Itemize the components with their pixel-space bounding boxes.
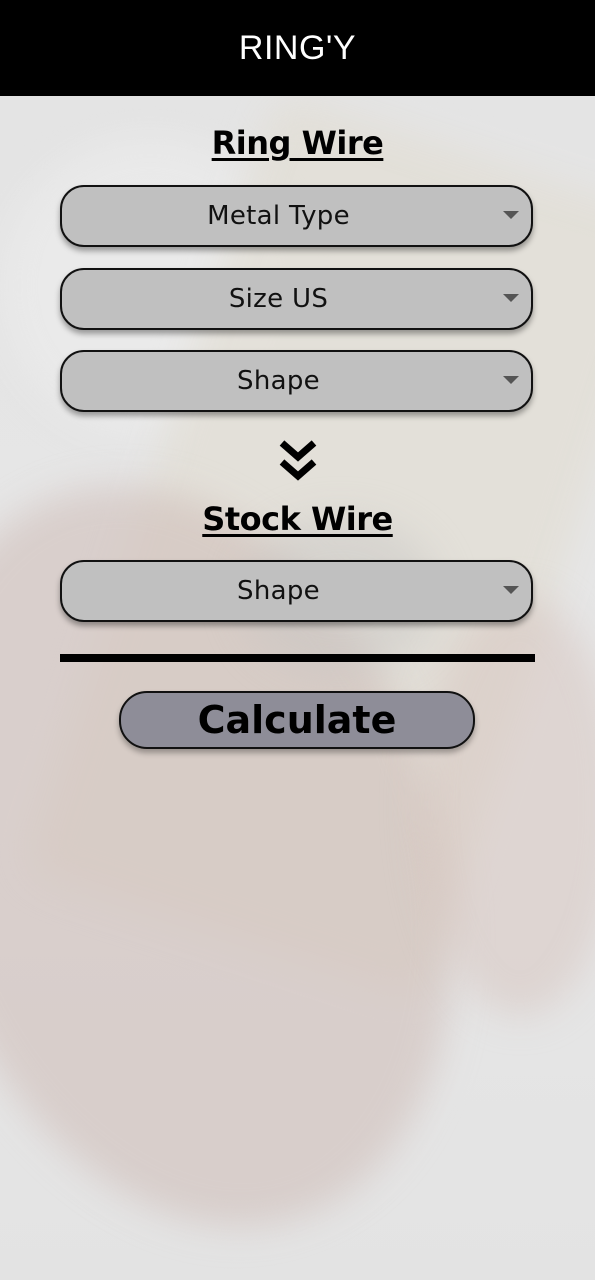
ring-wire-heading: Ring Wire — [211, 124, 384, 162]
stock-wire-heading: Stock Wire — [202, 500, 393, 538]
size-us-dropdown-label: Size US — [228, 284, 329, 314]
stock-shape-dropdown[interactable]: Shape — [60, 560, 533, 622]
main-content: Ring Wire Metal Type Size US Shape Stock… — [0, 96, 595, 1280]
calculate-button[interactable]: Calculate — [119, 691, 475, 749]
caret-down-icon — [503, 376, 519, 384]
caret-down-icon — [503, 586, 519, 594]
caret-down-icon — [503, 211, 519, 219]
metal-type-dropdown[interactable]: Metal Type — [60, 185, 533, 247]
section-divider — [60, 654, 535, 662]
caret-down-icon — [503, 294, 519, 302]
metal-type-dropdown-label: Metal Type — [207, 201, 350, 231]
app-title: RING'Y — [238, 28, 357, 67]
stock-shape-dropdown-label: Shape — [237, 576, 320, 606]
ring-shape-dropdown-label: Shape — [237, 366, 320, 396]
double-chevron-down-icon — [279, 440, 317, 481]
app-header: RING'Y — [0, 0, 595, 96]
ring-shape-dropdown[interactable]: Shape — [60, 350, 533, 412]
size-us-dropdown[interactable]: Size US — [60, 268, 533, 330]
